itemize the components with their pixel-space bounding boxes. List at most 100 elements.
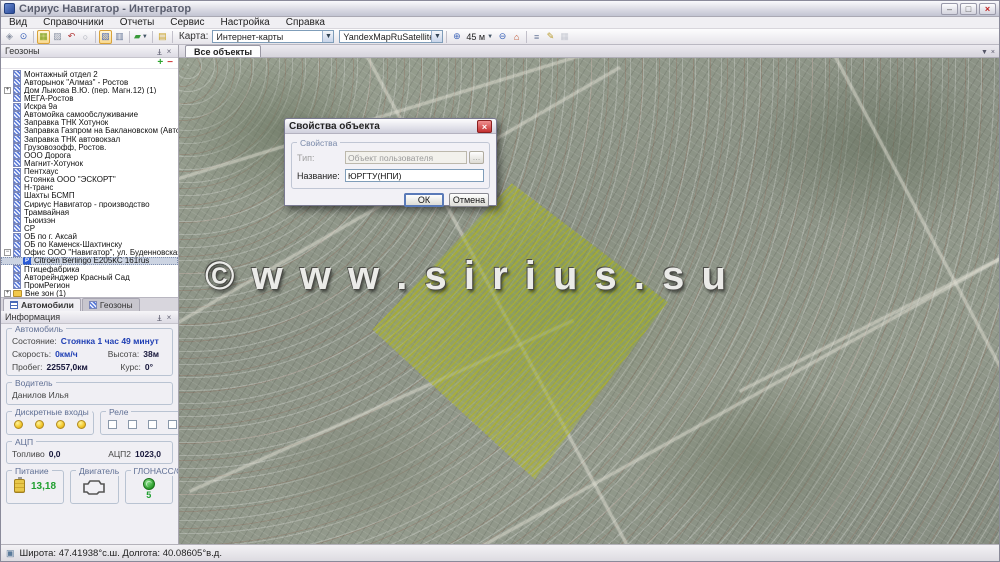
title-bar: Сириус Навигатор - Интегратор –□× bbox=[1, 1, 999, 17]
relay-group-title: Реле bbox=[106, 407, 131, 417]
tree-row[interactable]: +Вне зон (1) bbox=[1, 289, 178, 297]
close-button[interactable]: × bbox=[979, 3, 996, 15]
menu-item-Справочники[interactable]: Справочники bbox=[35, 17, 112, 29]
tree-row[interactable]: Стоянка ООО "ЭСКОРТ" bbox=[1, 176, 178, 184]
gps-group-title: ГЛОНАСС/GPS bbox=[131, 466, 178, 476]
menu-item-Справка[interactable]: Справка bbox=[278, 17, 333, 29]
remove-geozone-button[interactable]: − bbox=[167, 58, 173, 68]
tree-row[interactable]: Трамвайная bbox=[1, 208, 178, 216]
tree-row[interactable]: Птицефабрика bbox=[1, 265, 178, 273]
tree-row[interactable]: СР bbox=[1, 224, 178, 232]
tree-row[interactable]: МЕГА-Ростов bbox=[1, 94, 178, 102]
add-geozone-button[interactable]: + bbox=[157, 58, 163, 68]
legend-icon[interactable]: ≡ bbox=[530, 30, 543, 44]
close-icon[interactable]: × bbox=[164, 47, 174, 56]
tree-row[interactable]: ОБ по Каменск-Шахтинску bbox=[1, 241, 178, 249]
undo-icon[interactable]: ↶ bbox=[65, 30, 78, 44]
toolbar-right-group: ⊕45 м▼⊖⌂≡✎▦ bbox=[450, 30, 571, 44]
tree-row[interactable]: Заправка Газпром на Баклановском (Автово… bbox=[1, 127, 178, 135]
tree-row[interactable]: Сириус Навигатор - производство bbox=[1, 200, 178, 208]
name-field[interactable] bbox=[345, 169, 484, 182]
cancel-button[interactable]: Отмена bbox=[449, 193, 489, 207]
map-source-value: Интернет-карты bbox=[213, 32, 322, 42]
satellite-map[interactable]: © w w w . s i r i u s . s u Свойства объ… bbox=[179, 58, 999, 544]
power-group-title: Питание bbox=[12, 466, 52, 476]
tree-row[interactable]: Авторейнджер Красный Сад bbox=[1, 273, 178, 281]
adc-group-title: АЦП bbox=[12, 437, 36, 447]
tree-row[interactable]: ОБ по г. Аксай bbox=[1, 233, 178, 241]
relay-checkbox[interactable] bbox=[108, 420, 117, 429]
search-address-icon[interactable]: ⊙ bbox=[17, 30, 30, 44]
menu-item-Сервис[interactable]: Сервис bbox=[162, 17, 212, 29]
dialog-title-bar[interactable]: Свойства объекта × bbox=[285, 119, 496, 134]
tree-item-label: Монтажный отдел 2 bbox=[24, 70, 98, 78]
tree-item-label: Тьюизэн bbox=[24, 216, 55, 224]
tree-row[interactable]: −Офис ООО "Навигатор", ул. Буденновская,… bbox=[1, 249, 178, 257]
close-icon[interactable]: × bbox=[991, 49, 995, 56]
edit-note-icon[interactable]: ✎ bbox=[544, 30, 557, 44]
pin-icon[interactable]: Ŧ bbox=[154, 313, 164, 322]
cursor-icon[interactable]: ◈ bbox=[3, 30, 16, 44]
refresh-icon[interactable]: ○ bbox=[79, 30, 92, 44]
tab-vehicles[interactable]: Автомобили bbox=[3, 298, 81, 311]
chevron-down-icon[interactable]: ▼ bbox=[431, 31, 442, 42]
home-icon[interactable]: ⌂ bbox=[510, 30, 523, 44]
show-geozones-icon[interactable]: ▦ bbox=[37, 30, 50, 44]
chevron-down-icon[interactable]: ▼ bbox=[322, 31, 333, 42]
menu-item-Настройка[interactable]: Настройка bbox=[213, 17, 278, 29]
input-led-icon bbox=[56, 420, 65, 429]
tree-item-label: ООО Дорога bbox=[24, 151, 71, 159]
chart-icon[interactable]: ▤ bbox=[156, 30, 169, 44]
ok-button[interactable]: ОК bbox=[404, 193, 444, 207]
relay-checkbox[interactable] bbox=[128, 420, 137, 429]
type-field bbox=[345, 151, 467, 164]
tree-row[interactable]: Шахты БСМП bbox=[1, 192, 178, 200]
zoom-in-icon[interactable]: ⊕ bbox=[450, 30, 463, 44]
close-icon[interactable]: × bbox=[477, 120, 492, 133]
tree-row[interactable]: Авторынок "Алмаз" - Ростов bbox=[1, 78, 178, 86]
zoom-scale-dropdown[interactable]: 45 м▼ bbox=[464, 32, 495, 42]
geozone-search-icon[interactable]: ▨ bbox=[51, 30, 64, 44]
menu-item-Вид[interactable]: Вид bbox=[1, 17, 35, 29]
close-icon[interactable]: × bbox=[164, 313, 174, 322]
tab-geozones[interactable]: Геозоны bbox=[82, 298, 140, 311]
collapse-icon[interactable]: − bbox=[4, 249, 11, 256]
levels-icon-glyph: ▥ bbox=[115, 31, 124, 42]
pin-icon[interactable]: Ŧ bbox=[154, 47, 164, 56]
tree-row[interactable]: Тьюизэн bbox=[1, 216, 178, 224]
minimize-button[interactable]: – bbox=[941, 3, 958, 15]
tree-item-label: Заправка ТНК Хотунок bbox=[24, 119, 108, 127]
map-provider-combobox[interactable]: YandexMapRuSatellite ▼ bbox=[339, 30, 443, 43]
zoom-out-icon[interactable]: ⊖ bbox=[496, 30, 509, 44]
map-source-combobox[interactable]: Интернет-карты ▼ bbox=[212, 30, 334, 43]
tree-row[interactable]: Н-транс bbox=[1, 184, 178, 192]
relay-checkbox[interactable] bbox=[148, 420, 157, 429]
chevron-down-icon[interactable]: ▼ bbox=[981, 49, 988, 56]
toolbar-separator bbox=[129, 31, 130, 43]
menu-item-Отчеты[interactable]: Отчеты bbox=[112, 17, 163, 29]
tree-row[interactable]: Пентхаус bbox=[1, 168, 178, 176]
tree-row[interactable]: Магнит-Хотунок bbox=[1, 159, 178, 167]
browse-button[interactable]: … bbox=[469, 151, 484, 164]
altitude-label: Высота: bbox=[108, 349, 140, 359]
fuel-value: 0,0 bbox=[49, 449, 61, 459]
tree-row[interactable]: ООО Дорога bbox=[1, 151, 178, 159]
tree-row[interactable]: Монтажный отдел 2 bbox=[1, 70, 178, 78]
tree-row[interactable]: PCitroen Berlingo Е205КС 161rus bbox=[1, 257, 178, 265]
tree-row[interactable]: Заправка ТНК Хотунок bbox=[1, 119, 178, 127]
vehicle-menu-icon[interactable]: ▰▼ bbox=[133, 30, 149, 44]
restore-button[interactable]: □ bbox=[960, 3, 977, 15]
tab-all-objects[interactable]: Все объекты bbox=[185, 45, 261, 57]
tree-item-label: Автомойка самообслуживание bbox=[24, 111, 138, 119]
tree-row[interactable]: ПромРегион bbox=[1, 281, 178, 289]
relay-checkbox[interactable] bbox=[168, 420, 177, 429]
tree-row[interactable]: +Дом Лыкова В.Ю. (пер. Магн.12) (1) bbox=[1, 86, 178, 94]
tree-row[interactable]: Автомойка самообслуживание bbox=[1, 111, 178, 119]
tree-row[interactable]: Заправка ТНК автовокзал bbox=[1, 135, 178, 143]
levels-icon[interactable]: ▥ bbox=[113, 30, 126, 44]
expand-icon[interactable]: + bbox=[4, 290, 11, 297]
tree-row[interactable]: Искра 9а bbox=[1, 103, 178, 111]
expand-icon[interactable]: + bbox=[4, 87, 11, 94]
select-region-icon[interactable]: ▧ bbox=[99, 30, 112, 44]
tree-row[interactable]: Грузовозофф, Ростов. bbox=[1, 143, 178, 151]
